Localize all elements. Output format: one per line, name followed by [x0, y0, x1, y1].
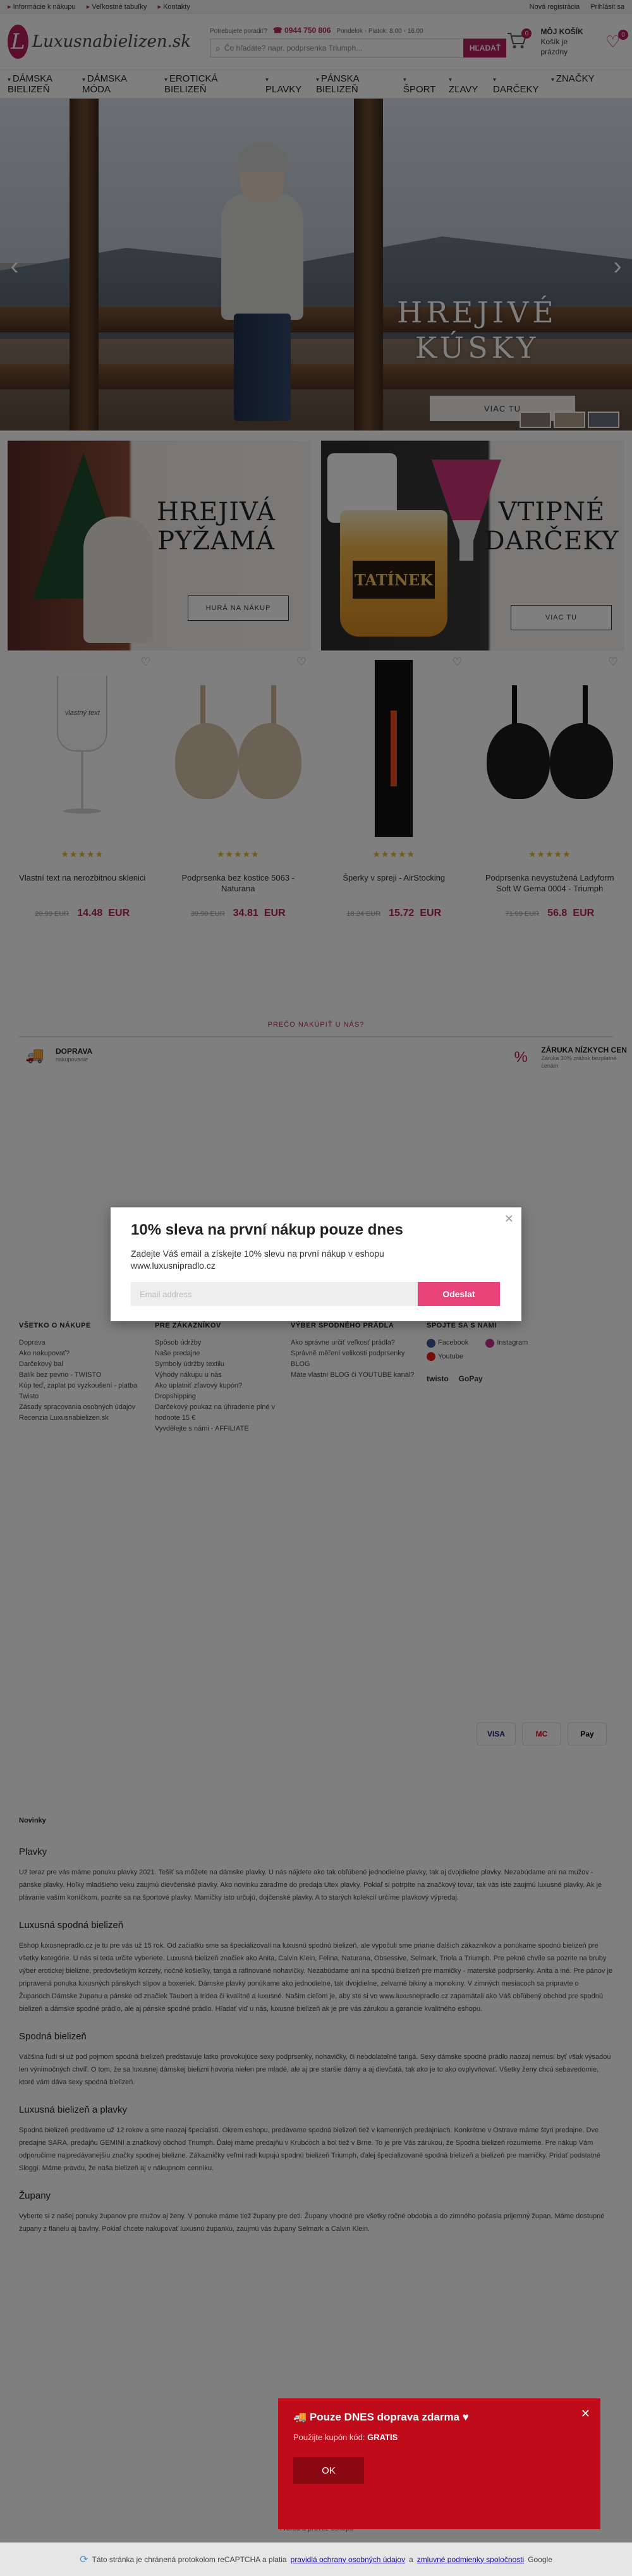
recaptcha-brand: Google — [528, 2555, 552, 2564]
coupon-prefix: Použijte kupón kód: — [293, 2433, 365, 2442]
coupon-code: GRATIS — [367, 2433, 398, 2442]
modal-form: Email address Odeslat — [131, 1282, 501, 1306]
modal-title: 10% sleva na první nákup pouze dnes — [131, 1221, 403, 1238]
send-button[interactable]: Odeslat — [418, 1282, 500, 1306]
free-shipping-title-text: Pouze DNES doprava zdarma — [309, 2411, 460, 2423]
discount-modal: ✕ 10% sleva na první nákup pouze dnes Za… — [111, 1207, 521, 1321]
email-field[interactable]: Email address — [131, 1282, 418, 1306]
free-shipping-popup: ✕ 🚚 Pouze DNES doprava zdarma ♥ Použijte… — [278, 2398, 600, 2529]
terms-link[interactable]: zmluvné podmienky spoločnosti — [417, 2555, 524, 2564]
recaptcha-text: Táto stránka je chránená protokolom reCA… — [92, 2555, 287, 2564]
coupon-line: Použijte kupón kód: GRATIS — [293, 2433, 585, 2442]
close-icon[interactable]: ✕ — [504, 1212, 514, 1226]
close-icon[interactable]: ✕ — [581, 2407, 590, 2420]
free-shipping-title: 🚚 Pouze DNES doprava zdarma ♥ — [293, 2411, 469, 2423]
recaptcha-and: a — [409, 2555, 413, 2564]
recaptcha-logo-icon: ⟳ — [80, 2554, 88, 2565]
modal-text: Zadejte Váš email a získejte 10% slevu n… — [131, 1248, 384, 1271]
recaptcha-notice: ⟳ Táto stránka je chránená protokolom re… — [0, 2542, 632, 2576]
privacy-policy-link[interactable]: pravidlá ochrany osobných údajov — [291, 2555, 405, 2564]
ok-button[interactable]: OK — [293, 2457, 364, 2484]
